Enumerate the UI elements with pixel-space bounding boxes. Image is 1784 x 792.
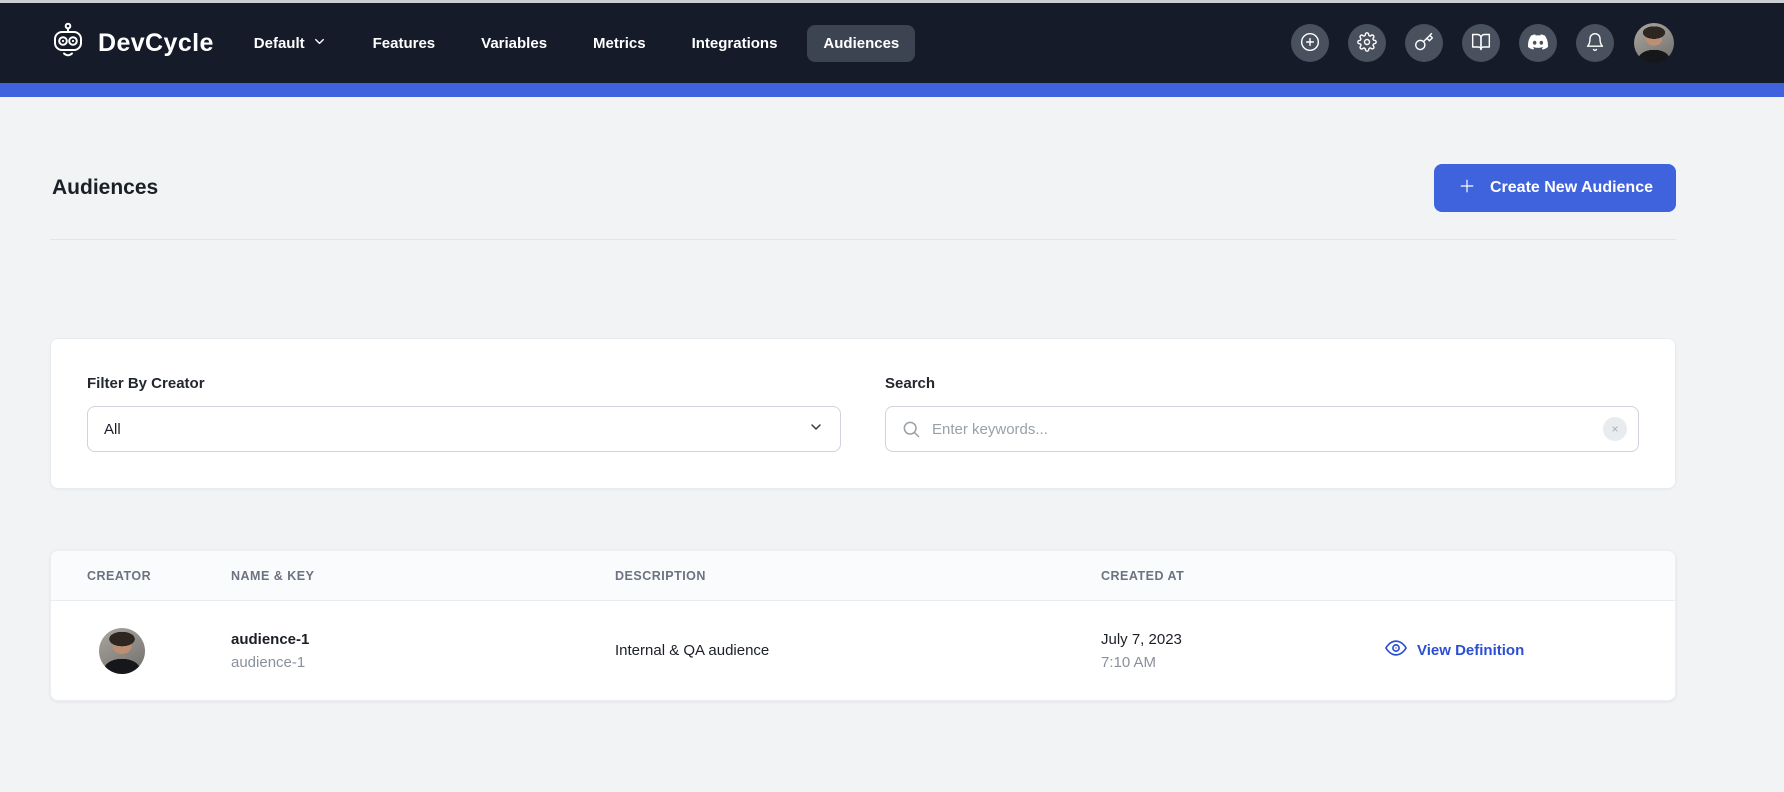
devcycle-robot-logo-icon [48,21,88,66]
chevron-down-icon [808,419,824,439]
name-key-cell: audience-1 audience-1 [231,631,615,671]
discord-button[interactable] [1519,24,1557,62]
chevron-down-icon [312,34,327,53]
view-definition-link[interactable]: View Definition [1385,637,1524,663]
creator-cell [87,628,231,674]
discord-icon [1528,32,1548,55]
column-header-created-at: CREATED AT [1101,569,1381,583]
project-selector-label: Default [254,35,305,52]
creator-filter-value: All [104,421,121,438]
accent-bar [0,83,1784,97]
search-box: × [885,406,1639,452]
brand-name: DevCycle [98,29,214,58]
gear-icon [1357,32,1377,55]
key-icon [1414,32,1434,55]
table-header-row: CREATOR NAME & KEY DESCRIPTION CREATED A… [51,551,1675,601]
created-time: 7:10 AM [1101,654,1381,671]
book-icon [1471,32,1491,55]
settings-button[interactable] [1348,24,1386,62]
plus-icon [1457,176,1477,201]
user-avatar[interactable] [1634,23,1674,63]
page-title: Audiences [50,176,158,200]
creator-filter-field: Filter By Creator All [87,375,841,452]
nav-item-audiences-active[interactable]: Audiences [807,25,915,62]
description-cell: Internal & QA audience [615,642,1101,659]
nav-item-variables[interactable]: Variables [481,35,547,52]
view-definition-label: View Definition [1417,642,1524,659]
actions-cell: View Definition [1381,637,1675,664]
creator-filter-select[interactable]: All [87,406,841,452]
project-selector[interactable]: Default [254,34,327,53]
docs-button[interactable] [1462,24,1500,62]
creator-avatar [99,628,145,674]
filter-card: Filter By Creator All Search × [50,338,1676,489]
main-content: Audiences Create New Audience Filter By … [50,164,1676,701]
bell-icon [1585,32,1605,55]
column-header-name-key: NAME & KEY [231,569,615,583]
notifications-button[interactable] [1576,24,1614,62]
eye-icon [1385,637,1407,663]
creator-filter-label: Filter By Creator [87,375,841,392]
create-new-audience-button[interactable]: Create New Audience [1434,164,1676,212]
page-header: Audiences Create New Audience [50,164,1676,212]
created-at-cell: July 7, 2023 7:10 AM [1101,631,1381,671]
audience-key: audience-1 [231,654,615,671]
audiences-table: CREATOR NAME & KEY DESCRIPTION CREATED A… [50,550,1676,701]
screen: DevCycle Default Features Variables Metr… [0,0,1784,792]
search-label: Search [885,375,1639,392]
header-divider [50,239,1676,240]
audience-name: audience-1 [231,631,615,648]
create-new-audience-label: Create New Audience [1490,179,1653,197]
search-icon [901,419,921,439]
search-field: Search × [885,375,1639,452]
nav-item-features[interactable]: Features [373,35,436,52]
created-date: July 7, 2023 [1101,631,1381,648]
navbar-right-actions [1291,23,1674,63]
brand[interactable]: DevCycle [48,21,214,66]
nav-item-metrics[interactable]: Metrics [593,35,646,52]
plus-circle-icon [1300,32,1320,55]
api-keys-button[interactable] [1405,24,1443,62]
create-plus-button[interactable] [1291,24,1329,62]
search-clear-button[interactable]: × [1603,417,1627,441]
column-header-creator: CREATOR [87,569,231,583]
table-row: audience-1 audience-1 Internal & QA audi… [51,601,1675,700]
search-input[interactable] [885,406,1639,452]
main-nav: Features Variables Metrics Integrations … [373,25,916,62]
top-navbar: DevCycle Default Features Variables Metr… [0,3,1784,83]
nav-item-integrations[interactable]: Integrations [692,35,778,52]
column-header-description: DESCRIPTION [615,569,1101,583]
